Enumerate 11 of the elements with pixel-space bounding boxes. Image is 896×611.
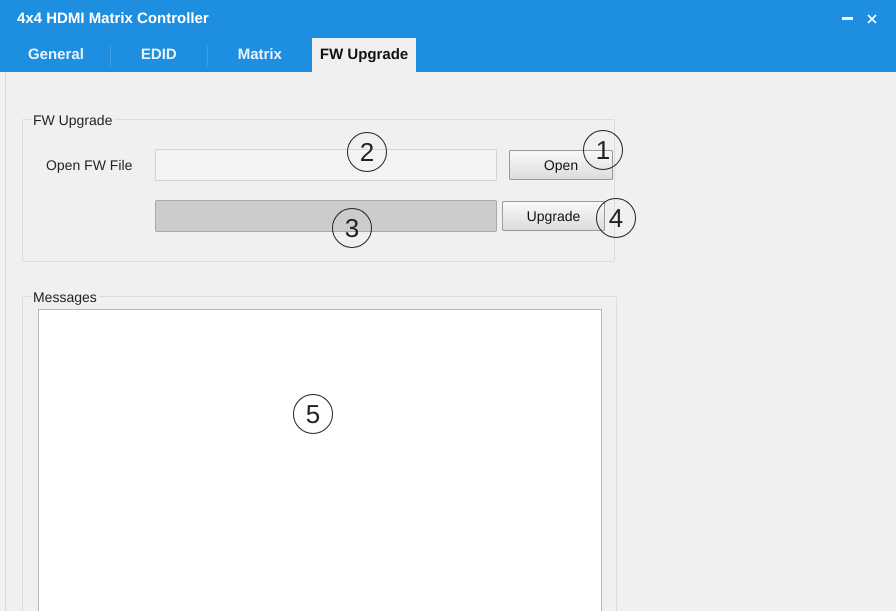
callout-number: 5 xyxy=(293,394,333,434)
close-icon[interactable] xyxy=(867,14,877,24)
callout-number: 4 xyxy=(596,198,636,238)
minimize-icon[interactable] xyxy=(842,17,853,21)
callout-number: 1 xyxy=(583,130,623,170)
tab[interactable]: FW Upgrade xyxy=(312,38,416,72)
window-title: 4x4 HDMI Matrix Controller xyxy=(17,8,209,29)
callout-number: 2 xyxy=(347,132,387,172)
field-label: Open FW File xyxy=(46,156,134,175)
callout-number: 3 xyxy=(332,208,372,248)
upgrade-button[interactable]: Upgrade xyxy=(502,201,605,231)
